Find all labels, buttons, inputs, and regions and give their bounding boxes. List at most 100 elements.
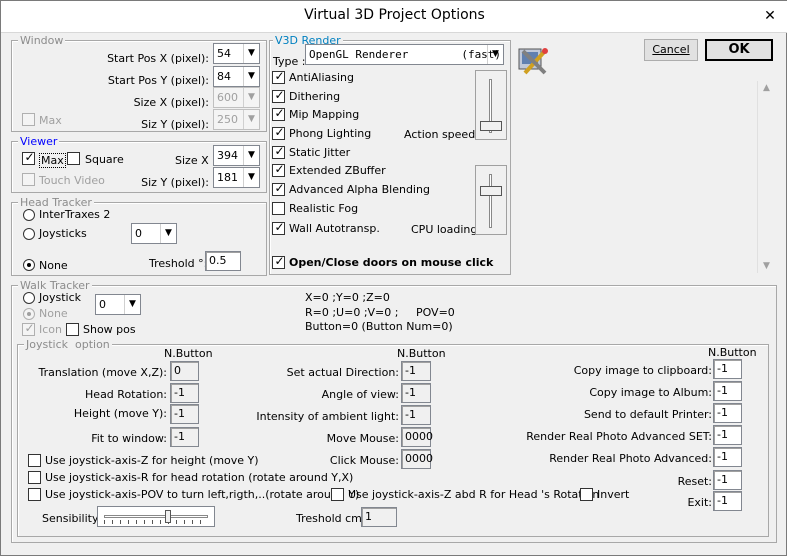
realistic-fog-checkbox[interactable] [272, 202, 285, 215]
scroll-down-icon[interactable]: ▼ [758, 261, 775, 271]
show-pos-label: Show pos [83, 323, 136, 336]
square-checkbox[interactable] [67, 152, 80, 165]
invert-checkbox[interactable] [580, 488, 593, 501]
open-doors-label: Open/Close doors on mouse click [289, 256, 494, 269]
reset-input[interactable]: -1 [713, 470, 742, 490]
axis-zr-head-checkbox[interactable] [331, 488, 344, 501]
size-x-select: 600 ▼ [213, 87, 260, 108]
intertraxes-radio[interactable] [23, 209, 35, 221]
copy-clipboard-label: Copy image to clipboard: [573, 364, 712, 377]
click-mouse-label: Click Mouse: [329, 454, 399, 467]
height-input[interactable]: -1 [170, 404, 199, 424]
show-pos-checkbox[interactable] [66, 323, 79, 336]
treshold-cm-label: Treshold cm: [296, 512, 366, 525]
action-speed-label: Action speed : [404, 128, 483, 141]
type-label: Type : [273, 55, 306, 68]
square-label: Square [85, 153, 124, 166]
joysticks-label: Joysticks [39, 227, 87, 240]
wall-autotransp-checkbox[interactable]: ✓ [272, 220, 285, 235]
size-x-label: Size X (pixel): [133, 96, 209, 109]
render-adv-set-input[interactable]: -1 [713, 425, 742, 445]
set-direction-input[interactable]: -1 [401, 361, 431, 381]
head-joystick-select[interactable]: 0 ▼ [131, 223, 177, 244]
send-printer-input[interactable]: -1 [713, 403, 742, 423]
send-printer-label: Send to default Printer: [583, 408, 712, 421]
open-doors-checkbox[interactable]: ✓ [272, 254, 285, 269]
alpha-blending-checkbox[interactable]: ✓ [272, 181, 285, 196]
static-jitter-checkbox[interactable]: ✓ [272, 144, 285, 159]
translation-input[interactable]: 0 [170, 361, 199, 381]
phong-lighting-checkbox[interactable]: ✓ [272, 125, 285, 140]
vertical-scrollbar[interactable]: ▲ ▼ [757, 81, 774, 273]
treshold-cm-input[interactable]: 1 [361, 507, 397, 527]
head-none-radio[interactable] [23, 259, 35, 271]
viewer-size-y-select[interactable]: 181 ▼ [213, 167, 260, 188]
start-y-label: Start Pos Y (pixel): [107, 74, 209, 87]
cpu-loading-thumb[interactable] [480, 186, 502, 196]
window-title: Virtual 3D Project Options [304, 7, 485, 23]
click-mouse-input[interactable]: 0000 [401, 449, 433, 469]
extended-zbuffer-checkbox[interactable]: ✓ [272, 162, 285, 177]
translation-label: Translation (move X,Z): [38, 366, 167, 379]
action-speed-thumb[interactable] [480, 121, 502, 131]
exit-input[interactable]: -1 [713, 491, 742, 511]
axis-r-head-label: Use joystick-axis-R for head rotation (r… [45, 471, 354, 484]
phong-lighting-label: Phong Lighting [289, 127, 372, 140]
start-x-select[interactable]: 54 ▼ [213, 43, 260, 64]
antialiasing-checkbox[interactable]: ✓ [272, 69, 285, 84]
start-y-select[interactable]: 84 ▼ [213, 66, 260, 87]
fit-window-input[interactable]: -1 [170, 427, 199, 447]
render-adv-input[interactable]: -1 [713, 447, 742, 467]
set-direction-label: Set actual Direction: [286, 366, 399, 379]
action-speed-slider[interactable] [475, 70, 507, 140]
head-treshold-label: Treshold °: [149, 257, 208, 270]
walk-joystick-label: Joystick [39, 291, 82, 304]
alpha-blending-label: Advanced Alpha Blending [289, 183, 430, 196]
scroll-up-icon[interactable]: ▲ [758, 83, 775, 93]
head-rotation-input[interactable]: -1 [170, 383, 199, 403]
angle-view-label: Angle of view: [321, 388, 399, 401]
touch-video-checkbox [22, 173, 35, 186]
walk-joystick-select[interactable]: 0 ▼ [95, 294, 141, 315]
close-button[interactable]: ✕ [754, 3, 786, 29]
axis-pov-label: Use joystick-axis-POV to turn left,rigth… [45, 488, 360, 501]
cpu-loading-slider[interactable] [475, 165, 507, 235]
antialiasing-label: AntiAliasing [289, 71, 354, 84]
chevron-down-icon: ▼ [243, 67, 259, 86]
ambient-light-input[interactable]: -1 [401, 405, 431, 425]
chevron-down-icon: ▼ [243, 168, 259, 187]
axis-pov-checkbox[interactable] [28, 488, 41, 501]
dithering-label: Dithering [289, 90, 341, 103]
ok-button[interactable]: OK [705, 39, 773, 61]
nbutton-header-3: N.Button [708, 346, 757, 359]
dithering-checkbox[interactable]: ✓ [272, 88, 285, 103]
chevron-down-icon: ▼ [243, 44, 259, 63]
renderer-type-select[interactable]: OpenGL Renderer (fast) ▼ [305, 44, 504, 65]
viewer-max-label: Max [39, 153, 66, 168]
window-max-checkbox [22, 113, 35, 126]
copy-clipboard-input[interactable]: -1 [713, 359, 742, 379]
sensibility-thumb[interactable] [165, 510, 171, 523]
head-treshold-input[interactable]: 0.5 [205, 251, 241, 271]
walk-joystick-radio[interactable] [23, 292, 35, 304]
invert-label: Invert [597, 488, 630, 501]
icon-checkbox: ✓ [22, 321, 35, 336]
mip-mapping-checkbox[interactable]: ✓ [272, 106, 285, 121]
move-mouse-label: Move Mouse: [326, 432, 399, 445]
viewer-size-x-select[interactable]: 394 ▼ [213, 145, 260, 166]
joysticks-radio[interactable] [23, 228, 35, 240]
copy-album-input[interactable]: -1 [713, 381, 742, 401]
start-x-label: Start Pos X (pixel): [107, 52, 209, 65]
viewer-max-checkbox[interactable]: ✓ [22, 150, 35, 165]
mip-mapping-label: Mip Mapping [289, 108, 360, 121]
walk-status-line-1: X=0 ;Y=0 ;Z=0 [305, 291, 390, 304]
cancel-button[interactable]: Cancel [644, 39, 698, 61]
move-mouse-input[interactable]: 0000 [401, 427, 433, 447]
sensibility-slider[interactable] [97, 506, 215, 527]
axis-z-height-checkbox[interactable] [28, 454, 41, 467]
angle-view-input[interactable]: -1 [401, 383, 431, 403]
axis-r-head-checkbox[interactable] [28, 471, 41, 484]
icon-label: Icon [39, 323, 62, 336]
options-window: Virtual 3D Project Options ✕ Window Star… [0, 0, 787, 556]
joystick-option-legend: Joystick option [24, 338, 112, 351]
